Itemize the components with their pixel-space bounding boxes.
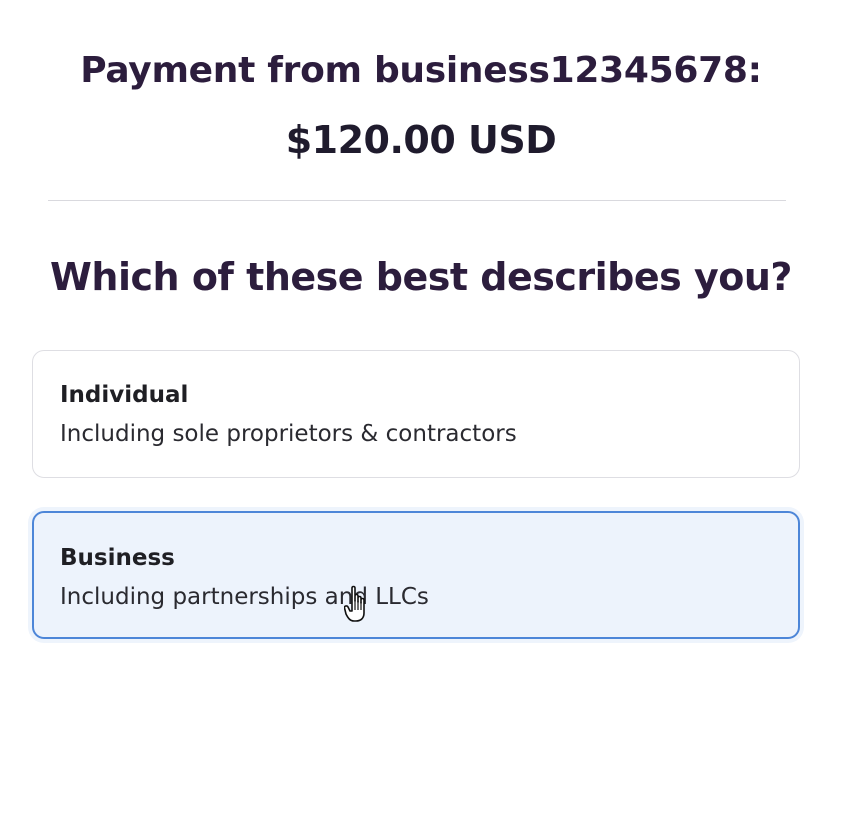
business-option-description: Including partnerships and LLCs: [60, 584, 429, 610]
individual-option[interactable]: Individual Including sole proprietors & …: [32, 350, 800, 478]
individual-option-title: Individual: [60, 382, 189, 408]
individual-option-description: Including sole proprietors & contractors: [60, 421, 517, 447]
hand-pointer-icon: [343, 584, 372, 624]
payment-from-heading: Payment from business12345678:: [80, 50, 762, 91]
business-option[interactable]: Business Including partnerships and LLCs: [32, 511, 800, 639]
business-option-title: Business: [60, 545, 175, 571]
divider: [48, 200, 786, 201]
payment-amount: $120.00 USD: [285, 118, 557, 162]
account-type-question: Which of these best describes you?: [50, 255, 792, 299]
